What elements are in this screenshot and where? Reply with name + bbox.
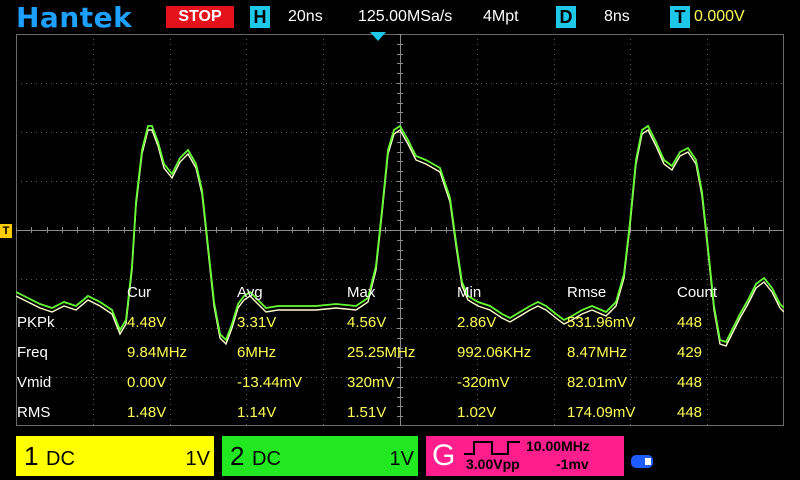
memory-depth[interactable]: 4Mpt <box>483 7 519 27</box>
generator-settings[interactable]: G 10.00MHz 3.00Vpp -1mv <box>426 436 624 476</box>
table-cell: 1.02V <box>457 404 497 421</box>
table-cell: 9.84MHz <box>127 344 188 361</box>
table-cell: 0.00V <box>127 374 167 391</box>
table-cell: 25.25MHz <box>347 344 416 361</box>
generator-offset: -1mv <box>556 456 589 472</box>
top-status-bar: Hantek STOP H 20ns 125.00MSa/s 4Mpt D 8n… <box>0 0 800 34</box>
table-cell: 4.48V <box>127 314 167 331</box>
channel-1-number: 1 <box>24 441 39 471</box>
channel-2-settings[interactable]: 2 DC 1V <box>222 436 418 476</box>
trigger-position-icon[interactable] <box>370 32 386 42</box>
table-cell: 82.01mV <box>567 374 628 391</box>
delay-label: D <box>556 6 576 28</box>
table-cell: 531.96mV <box>567 314 636 331</box>
table-cell: 1.14V <box>237 404 277 421</box>
table-cell: -320mV <box>457 374 510 391</box>
table-cell: 448 <box>677 374 703 391</box>
row-label-freq: Freq <box>17 344 48 361</box>
generator-frequency: 10.00MHz <box>526 438 590 454</box>
table-cell: 1.51V <box>347 404 387 421</box>
trigger-level-value[interactable]: 0.000V <box>694 7 745 27</box>
trigger-level-icon[interactable]: T <box>0 224 12 238</box>
horizontal-label: H <box>250 6 270 28</box>
generator-label: G <box>432 439 456 472</box>
timebase-value[interactable]: 20ns <box>288 7 323 27</box>
col-header-cur: Cur <box>127 284 152 301</box>
table-cell: 429 <box>677 344 703 361</box>
table-cell: 2.86V <box>457 314 497 331</box>
sample-rate: 125.00MSa/s <box>358 8 453 25</box>
usb-icon <box>631 455 653 468</box>
table-cell: -13.44mV <box>237 374 303 391</box>
row-label-vmid: Vmid <box>17 374 52 391</box>
channel-1-scale: 1V <box>185 448 210 470</box>
run-stop-indicator[interactable]: STOP <box>166 6 234 28</box>
channel-2-scale: 1V <box>389 448 414 470</box>
table-cell: 1.48V <box>127 404 167 421</box>
channel-1-settings[interactable]: 1 DC 1V <box>16 436 214 476</box>
trigger-label: T <box>670 6 690 28</box>
table-cell: 448 <box>677 314 703 331</box>
row-label-rms: RMS <box>17 404 51 421</box>
table-cell: 4.56V <box>347 314 387 331</box>
waveform-display[interactable] <box>16 34 784 426</box>
col-header-avg: Avg <box>237 284 263 301</box>
waveform-traces <box>16 124 784 347</box>
col-header-rmse: Rmse <box>567 284 607 301</box>
table-cell: 448 <box>677 404 703 421</box>
table-cell: 8.47MHz <box>567 344 628 361</box>
square-wave-icon <box>464 441 520 455</box>
table-cell: 992.06KHz <box>457 344 532 361</box>
col-header-min: Min <box>457 284 482 301</box>
table-cell: 320mV <box>347 374 395 391</box>
oscilloscope-screen: Hantek STOP H 20ns 125.00MSa/s 4Mpt D 8n… <box>0 0 800 480</box>
channel-2-coupling: DC <box>252 448 281 470</box>
channel-2-waveform <box>16 124 784 344</box>
table-cell: 6MHz <box>237 344 277 361</box>
channel-2-number: 2 <box>230 441 245 471</box>
table-cell: 3.31V <box>237 314 277 331</box>
col-header-max: Max <box>347 284 376 301</box>
channel-1-coupling: DC <box>46 448 75 470</box>
generator-amplitude: 3.00Vpp <box>466 456 520 472</box>
delay-value[interactable]: 8ns <box>604 7 630 27</box>
col-header-count: Count <box>677 284 718 301</box>
brand-logo: Hantek <box>16 1 133 34</box>
row-label-pkpk: PKPk <box>17 314 55 331</box>
table-cell: 174.09mV <box>567 404 636 421</box>
